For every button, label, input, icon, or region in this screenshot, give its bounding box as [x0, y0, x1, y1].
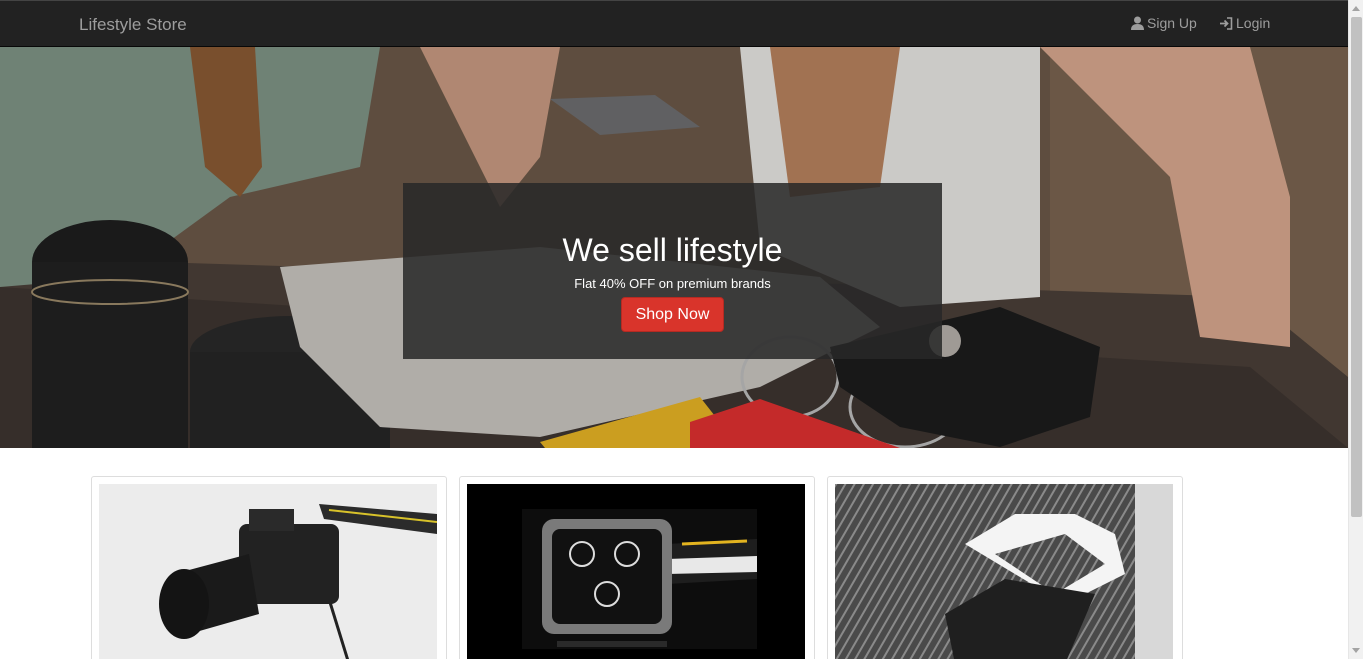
login-label: Login: [1236, 15, 1271, 31]
product-card-watch[interactable]: [459, 476, 815, 659]
signup-link[interactable]: Sign Up: [1131, 15, 1197, 31]
navbar: Lifestyle Store Sign Up Login: [0, 0, 1348, 47]
shirt-photo: [835, 484, 1173, 659]
brand-link[interactable]: Lifestyle Store: [79, 15, 187, 35]
login-link[interactable]: Login: [1219, 15, 1270, 31]
scroll-down-arrow-icon[interactable]: [1352, 648, 1360, 653]
page: Lifestyle Store Sign Up Login We sell li…: [0, 0, 1348, 659]
product-card-shirt[interactable]: [827, 476, 1183, 659]
product-card-camera[interactable]: [91, 476, 447, 659]
hero-promo-box: We sell lifestyle Flat 40% OFF on premiu…: [403, 183, 942, 359]
camera-photo: [99, 484, 437, 659]
hero-banner: We sell lifestyle Flat 40% OFF on premiu…: [0, 47, 1348, 448]
shop-now-button[interactable]: Shop Now: [621, 297, 724, 332]
signup-label: Sign Up: [1147, 15, 1197, 31]
user-icon: [1131, 16, 1144, 30]
hero-subtitle: Flat 40% OFF on premium brands: [574, 276, 771, 291]
scroll-up-arrow-icon[interactable]: [1352, 6, 1360, 11]
log-in-icon: [1219, 16, 1233, 30]
scroll-thumb[interactable]: [1351, 17, 1362, 517]
vertical-scrollbar[interactable]: [1348, 0, 1363, 659]
hero-title: We sell lifestyle: [562, 232, 783, 268]
watch-photo: [467, 484, 805, 659]
